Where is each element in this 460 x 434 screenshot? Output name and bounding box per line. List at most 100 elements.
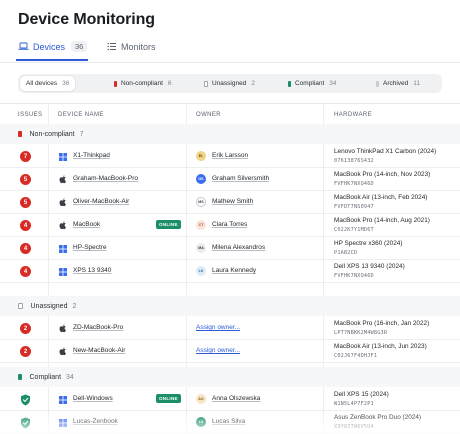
owner-link[interactable]: Clara Torres: [212, 221, 247, 228]
status-red-icon: [18, 130, 22, 138]
assign-owner-link[interactable]: Assign owner...: [196, 324, 240, 331]
device-name-link[interactable]: HP-Spectre: [73, 244, 107, 251]
status-red-icon: [114, 80, 117, 87]
tab-monitors[interactable]: Monitors: [106, 41, 156, 52]
table-row[interactable]: 7 X1-Thinkpad EL Erik Larsson Lenovo Thi…: [0, 145, 460, 168]
avatar: LS: [196, 417, 206, 427]
issue-count-badge: 2: [20, 346, 31, 357]
hardware-model: HP Spectre x360 (2024): [334, 240, 403, 247]
shield-check-icon: [20, 416, 31, 429]
group-label: Non-compliant: [29, 130, 75, 138]
issue-count-badge: 7: [20, 151, 31, 162]
apple-icon: [58, 221, 67, 230]
hardware-model: Asus ZenBook Pro Duo (2024): [334, 414, 422, 421]
device-name-link[interactable]: Dell-Windows: [73, 395, 113, 402]
hardware-model: MacBook Pro (14-inch, Nov 2023): [334, 171, 431, 178]
filter-count: 36: [62, 80, 70, 87]
owner-link[interactable]: Erik Larsson: [212, 152, 248, 159]
assign-owner-link[interactable]: Assign owner...: [196, 347, 240, 354]
device-name-link[interactable]: Graham-MacBook-Pro: [73, 175, 138, 182]
filter-all-devices[interactable]: All devices 36: [20, 76, 76, 91]
hardware-model: MacBook Air (13-inch, Jun 2023): [334, 343, 427, 350]
filter-unassigned[interactable]: Unassigned 2: [198, 76, 261, 91]
group-count: 34: [66, 373, 74, 381]
issue-count-badge: 2: [20, 323, 31, 334]
device-name-link[interactable]: ZD-MacBook-Pro: [73, 324, 123, 331]
hardware-model: MacBook Pro (16-inch, Jan 2022): [334, 320, 430, 327]
table-row[interactable]: 4 XPS 13 9340 LK Laura Kennedy Dell XPS …: [0, 260, 460, 283]
filter-count: 6: [167, 80, 172, 87]
tab-devices[interactable]: Devices 36: [18, 41, 88, 52]
group-label: Unassigned: [30, 302, 68, 310]
table-row[interactable]: 2 ZD-MacBook-Pro Assign owner... MacBook…: [0, 317, 460, 340]
owner-link[interactable]: Anna Olszewska: [212, 395, 260, 402]
table-row[interactable]: 4 HP-Spectre MA Milena Alexandros HP Spe…: [0, 237, 460, 260]
status-empty-icon: [204, 80, 208, 87]
issue-count-badge: 5: [20, 174, 31, 185]
table-row[interactable]: Lucas-Zenbook LS Lucas Silva Asus ZenBoo…: [0, 411, 460, 434]
group-header-compliant[interactable]: Compliant 34: [0, 367, 460, 387]
serial-number: LPT7NBKK2M4W8G3R: [334, 330, 388, 336]
status-gray-icon: [376, 80, 379, 87]
tab-devices-count: 36: [71, 41, 88, 52]
table-row[interactable]: 5 Graham-MacBook-Pro GS Graham Silversmi…: [0, 168, 460, 191]
tab-bar: Devices 36 Monitors: [0, 36, 460, 63]
avatar: EL: [196, 151, 206, 161]
apple-icon: [58, 175, 67, 184]
device-name-link[interactable]: XPS 13 9340: [73, 267, 111, 274]
owner-link[interactable]: Mathew Smith: [212, 198, 253, 205]
table-row[interactable]: Dell-Windows ONLINE AO Anna Olszewska De…: [0, 388, 460, 411]
device-name-link[interactable]: Lucas-Zenbook: [73, 418, 118, 425]
table-row[interactable]: 2 New-MacBook-Air Assign owner... MacBoo…: [0, 340, 460, 363]
group-header-non-compliant[interactable]: Non-compliant 7: [0, 124, 460, 144]
online-status-badge: ONLINE: [156, 220, 181, 229]
table-row[interactable]: 5 Oliver-MacBook-Air MS Mathew Smith Mac…: [0, 191, 460, 214]
avatar: CT: [196, 220, 206, 230]
owner-link[interactable]: Milena Alexandros: [212, 244, 265, 251]
owner-link[interactable]: Lucas Silva: [212, 418, 245, 425]
device-name-link[interactable]: X1-Thinkpad: [73, 152, 110, 159]
issue-count-badge: 5: [20, 197, 31, 208]
group-label: Compliant: [29, 373, 62, 381]
hardware-model: Dell XPS 15 (2024): [334, 391, 389, 398]
device-name-link[interactable]: MacBook: [73, 221, 100, 228]
filter-label: All devices: [26, 80, 58, 87]
list-icon: [106, 41, 117, 52]
group-count: 7: [79, 130, 84, 138]
filter-archived[interactable]: Archived 11: [370, 76, 426, 91]
apple-icon: [58, 347, 67, 356]
device-name-link[interactable]: Oliver-MacBook-Air: [73, 198, 129, 205]
windows-icon: [58, 267, 67, 276]
shield-check-icon: [20, 393, 31, 406]
column-header-hardware: HARDWARE: [334, 112, 372, 118]
group-header-unassigned[interactable]: Unassigned 2: [0, 296, 460, 316]
windows-icon: [58, 418, 67, 427]
laptop-icon: [18, 41, 29, 52]
hardware-model: MacBook Air (13-inch, Feb 2024): [334, 194, 428, 201]
owner-link[interactable]: Graham Silversmith: [212, 175, 269, 182]
filter-label: Non-compliant: [121, 80, 163, 87]
filter-compliant[interactable]: Compliant 34: [282, 76, 343, 91]
filter-label: Unassigned: [212, 80, 247, 87]
serial-number: FVFHK7NXQ46D: [334, 181, 374, 187]
owner-link[interactable]: Laura Kennedy: [212, 267, 256, 274]
table-row[interactable]: 4 MacBook ONLINE CT Clara Torres MacBook…: [0, 214, 460, 237]
hardware-model: Dell XPS 13 9340 (2024): [334, 263, 405, 270]
online-status-badge: ONLINE: [156, 394, 181, 403]
active-tab-indicator: [16, 59, 88, 61]
device-name-link[interactable]: New-MacBook-Air: [73, 347, 125, 354]
tabs-divider: [0, 62, 460, 63]
page-title: Device Monitoring: [18, 11, 155, 28]
serial-number: C02J67F4DHJF1: [334, 353, 378, 359]
column-header-issues: ISSUES: [18, 112, 43, 118]
hardware-model: Lenovo ThinkPad X1 Carbon (2024): [334, 148, 437, 155]
apple-icon: [58, 324, 67, 333]
filter-non-compliant[interactable]: Non-compliant 6: [108, 76, 178, 91]
issue-count-badge: 4: [20, 266, 31, 277]
filter-count: 34: [329, 80, 337, 87]
group-count: 2: [72, 302, 77, 310]
serial-number: X9Y8Z7W6V5U4: [334, 424, 374, 430]
header-top-border: [0, 103, 460, 104]
serial-number: P1AB2CD: [334, 250, 358, 256]
tab-monitors-label: Monitors: [121, 41, 156, 52]
